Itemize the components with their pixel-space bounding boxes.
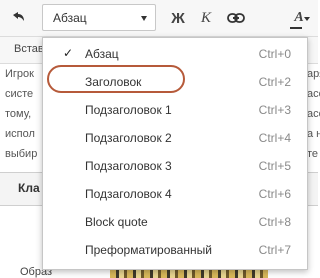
menu-item-label: Подзаголовок 4	[85, 187, 172, 201]
highlight-annotation	[47, 65, 185, 93]
menu-item-shortcut: Ctrl+4	[258, 131, 291, 145]
menu-item-shortcut: Ctrl+0	[258, 47, 291, 61]
menu-item-label: Подзаголовок 1	[85, 103, 172, 117]
checkmark-icon: ✓	[63, 46, 74, 60]
content-line-fragment: те	[307, 148, 319, 160]
content-line: систе	[5, 88, 34, 100]
content-line: Игрок	[5, 68, 34, 80]
content-line-fragment: асс	[307, 108, 320, 120]
menu-item-label: Абзац	[85, 47, 119, 61]
content-line: испол	[5, 128, 35, 140]
format-dropdown-menu: ✓ Абзац Ctrl+0 Заголовок Ctrl+2 Подзагол…	[42, 37, 308, 270]
menu-item-label: Block quote	[85, 215, 148, 229]
menu-item-label: Подзаголовок 3	[85, 159, 172, 173]
menu-item-shortcut: Ctrl+2	[258, 75, 291, 89]
bold-button[interactable]: Ж	[166, 6, 190, 30]
menu-item-paragraph[interactable]: ✓ Абзац Ctrl+0	[43, 40, 307, 68]
content-line: тому,	[5, 108, 32, 120]
insert-menu[interactable]: Встав	[14, 43, 44, 55]
undo-icon[interactable]	[9, 9, 27, 27]
menu-item-label: Подзаголовок 2	[85, 131, 172, 145]
menu-item-subheading-4[interactable]: Подзаголовок 4 Ctrl+6	[43, 180, 307, 208]
format-select-value: Абзац	[53, 11, 87, 25]
content-line-fragment: а н	[307, 128, 320, 140]
content-line-fragment: аря	[307, 68, 320, 80]
content-line: выбир	[5, 148, 38, 160]
text-color-chevron-icon[interactable]	[304, 17, 310, 21]
menu-item-subheading-2[interactable]: Подзаголовок 2 Ctrl+4	[43, 124, 307, 152]
format-select[interactable]: Абзац	[42, 4, 156, 31]
link-icon	[227, 13, 245, 23]
editor-toolbar: Абзац Ж К A	[0, 0, 318, 37]
menu-item-shortcut: Ctrl+6	[258, 187, 291, 201]
text-color-indicator	[290, 27, 302, 29]
menu-item-subheading-3[interactable]: Подзаголовок 3 Ctrl+5	[43, 152, 307, 180]
menu-item-preformatted[interactable]: Преформатированный Ctrl+7	[43, 236, 307, 264]
menu-item-shortcut: Ctrl+7	[258, 243, 291, 257]
content-line-fragment: асс	[307, 88, 320, 100]
menu-item-shortcut: Ctrl+3	[258, 103, 291, 117]
link-button[interactable]	[222, 6, 250, 30]
table-header-cell: Кла	[18, 181, 40, 195]
menu-item-subheading-1[interactable]: Подзаголовок 1 Ctrl+3	[43, 96, 307, 124]
menu-item-shortcut: Ctrl+5	[258, 159, 291, 173]
menu-item-label: Преформатированный	[85, 243, 212, 257]
menu-item-block-quote[interactable]: Block quote Ctrl+8	[43, 208, 307, 236]
chevron-down-icon	[141, 16, 147, 21]
menu-item-shortcut: Ctrl+8	[258, 215, 291, 229]
italic-button[interactable]: К	[195, 6, 217, 30]
